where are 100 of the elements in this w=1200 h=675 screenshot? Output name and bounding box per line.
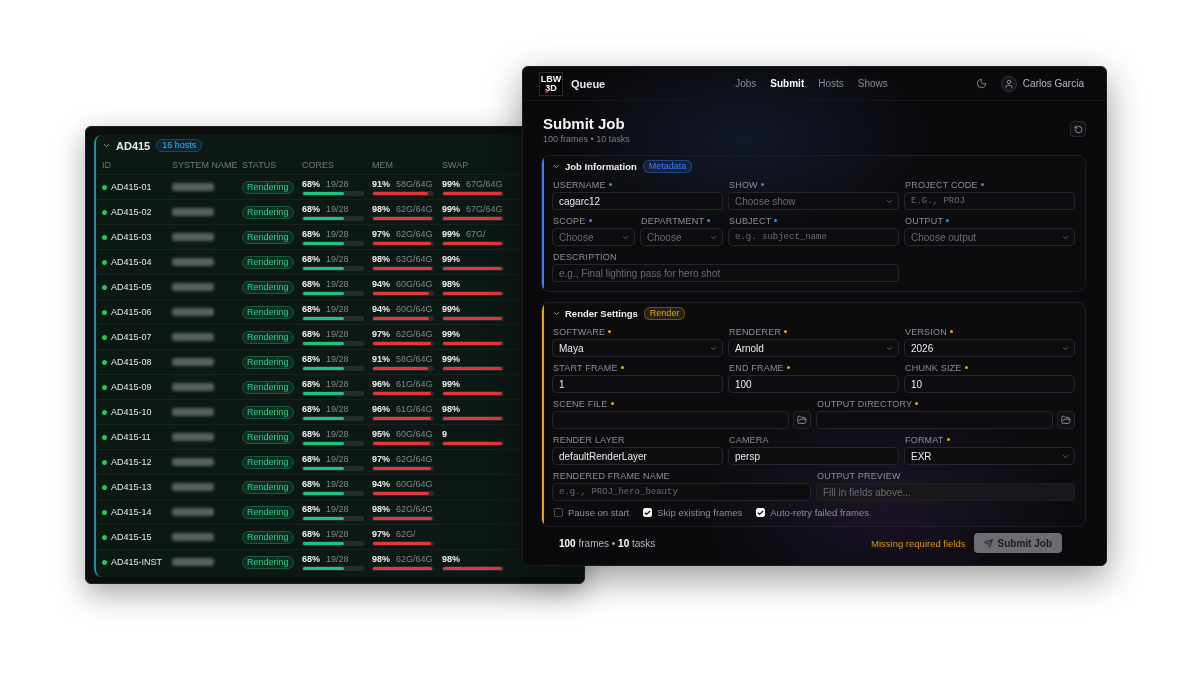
usage-value: 62G/64G xyxy=(396,329,434,339)
text-input[interactable]: defaultRenderLayer xyxy=(552,447,723,465)
usage-percent: 9 xyxy=(442,429,447,439)
usage-percent: 99% xyxy=(442,254,460,264)
text-input[interactable]: persp xyxy=(728,447,899,465)
usage-meter xyxy=(372,240,434,246)
text-input[interactable]: e.g., Final lighting pass for hero shot xyxy=(552,264,899,282)
column-header: SWAP xyxy=(442,160,469,170)
text-input[interactable]: 1 xyxy=(552,375,723,393)
usage-meter xyxy=(372,540,434,546)
usage-percent: 94% xyxy=(372,304,390,314)
text-input[interactable] xyxy=(816,411,1053,429)
group-toggle[interactable]: AD415 xyxy=(102,139,151,152)
status-badge: Rendering xyxy=(242,505,294,519)
usage-meter xyxy=(372,315,434,321)
usage-value: 60G/64G xyxy=(396,279,434,289)
usage-meter xyxy=(442,415,504,421)
nav-tab[interactable]: Submit xyxy=(770,78,805,89)
dropdown-field[interactable]: EXR xyxy=(904,447,1075,465)
blurred-name-placeholder xyxy=(172,258,214,266)
status-badge: Rendering xyxy=(242,555,294,569)
usage-value: 58G/64G xyxy=(396,179,434,189)
text-input[interactable] xyxy=(552,411,789,429)
refresh-icon xyxy=(1073,124,1083,134)
usage-percent: 98% xyxy=(372,254,390,264)
page-subtitle: 100 frames • 10 tasks xyxy=(543,134,630,145)
preview-field[interactable]: Fill in fields above... xyxy=(816,483,1075,501)
field-label: RENDERED FRAME NAME xyxy=(553,470,670,481)
usage-meter xyxy=(442,290,504,296)
usage-value: 19/28 xyxy=(326,554,350,564)
host-id: AD415-10 xyxy=(111,407,152,417)
dropdown-field[interactable]: Choose output xyxy=(904,228,1075,246)
usage-value: 19/28 xyxy=(326,454,350,464)
usage-percent: 91% xyxy=(372,179,390,189)
field-label: OUTPUT PREVIEW xyxy=(817,470,901,481)
usage-percent: 94% xyxy=(372,279,390,289)
status-badge: Rendering xyxy=(242,430,294,444)
blurred-name-placeholder xyxy=(172,533,214,541)
usage-meter xyxy=(372,290,434,296)
dropdown-field[interactable]: Maya xyxy=(552,339,723,357)
usage-percent: 96% xyxy=(372,379,390,389)
usage-percent: 99% xyxy=(442,204,460,214)
dropdown-field[interactable]: Choose xyxy=(552,228,635,246)
usage-percent: 98% xyxy=(372,204,390,214)
nav-tab[interactable]: Jobs xyxy=(735,78,757,89)
usage-value: 62G/64G xyxy=(396,454,434,464)
browse-button[interactable] xyxy=(1057,411,1075,429)
usage-meter xyxy=(372,265,434,271)
dropdown-field[interactable]: Arnold xyxy=(728,339,899,357)
usage-percent: 98% xyxy=(442,404,460,414)
usage-meter xyxy=(302,565,364,571)
usage-percent: 68% xyxy=(302,554,320,564)
dropdown-field[interactable]: Choose xyxy=(640,228,723,246)
usage-percent: 99% xyxy=(442,304,460,314)
checkbox-label: Auto-retry failed frames xyxy=(770,507,869,518)
usage-percent: 98% xyxy=(442,279,460,289)
blurred-name-placeholder xyxy=(172,358,214,366)
usage-value: 67G/64G xyxy=(466,179,504,189)
checkbox[interactable] xyxy=(554,508,563,517)
status-badge: Rendering xyxy=(242,380,294,394)
nav-tab[interactable]: Shows xyxy=(857,78,888,89)
field-label: PROJECT CODE xyxy=(905,179,978,190)
dropdown-field[interactable]: Choose show xyxy=(728,192,899,210)
browse-button[interactable] xyxy=(793,411,811,429)
usage-value: 67G/64G xyxy=(466,204,504,214)
usage-percent: 68% xyxy=(302,379,320,389)
nav-tab[interactable]: Hosts xyxy=(818,78,844,89)
checkbox-label: Pause on start xyxy=(568,507,630,518)
usage-value: 62G/64G xyxy=(396,229,434,239)
moon-icon xyxy=(975,78,987,89)
field-label: CHUNK SIZE xyxy=(905,362,962,373)
usage-value: 19/28 xyxy=(326,254,350,264)
blurred-name-placeholder xyxy=(172,208,214,216)
usage-meter xyxy=(442,315,504,321)
status-badge: Rendering xyxy=(242,180,294,194)
text-input[interactable]: e.g., PROJ_hero_beauty xyxy=(552,483,811,501)
text-input[interactable]: E.G., PROJ xyxy=(904,192,1075,210)
status-badge: Rendering xyxy=(242,330,294,344)
usage-percent: 99% xyxy=(442,329,460,339)
usage-meter xyxy=(302,540,364,546)
usage-value: 60G/64G xyxy=(396,479,434,489)
usage-value: 19/28 xyxy=(326,404,350,414)
text-input[interactable]: cagarc12 xyxy=(552,192,723,210)
usage-percent: 68% xyxy=(302,204,320,214)
text-input[interactable]: 100 xyxy=(728,375,899,393)
user-avatar-icon[interactable] xyxy=(1000,75,1017,92)
usage-meter xyxy=(442,240,504,246)
send-icon xyxy=(983,538,993,548)
validation-warning: Missing required fields xyxy=(871,537,966,549)
folder-icon xyxy=(1061,415,1071,425)
usage-value: 60G/64G xyxy=(396,304,434,314)
text-input[interactable]: e.g. subject_name xyxy=(728,228,899,246)
theme-toggle-button[interactable] xyxy=(975,78,987,89)
section-toggle[interactable]: Job Information xyxy=(552,160,637,172)
text-input[interactable]: 10 xyxy=(904,375,1075,393)
usage-value: 63G/64G xyxy=(396,254,434,264)
reset-button[interactable] xyxy=(1070,121,1086,137)
section-toggle[interactable]: Render Settings xyxy=(552,307,638,319)
app-name: Queue xyxy=(571,77,606,90)
dropdown-field[interactable]: 2026 xyxy=(904,339,1075,357)
